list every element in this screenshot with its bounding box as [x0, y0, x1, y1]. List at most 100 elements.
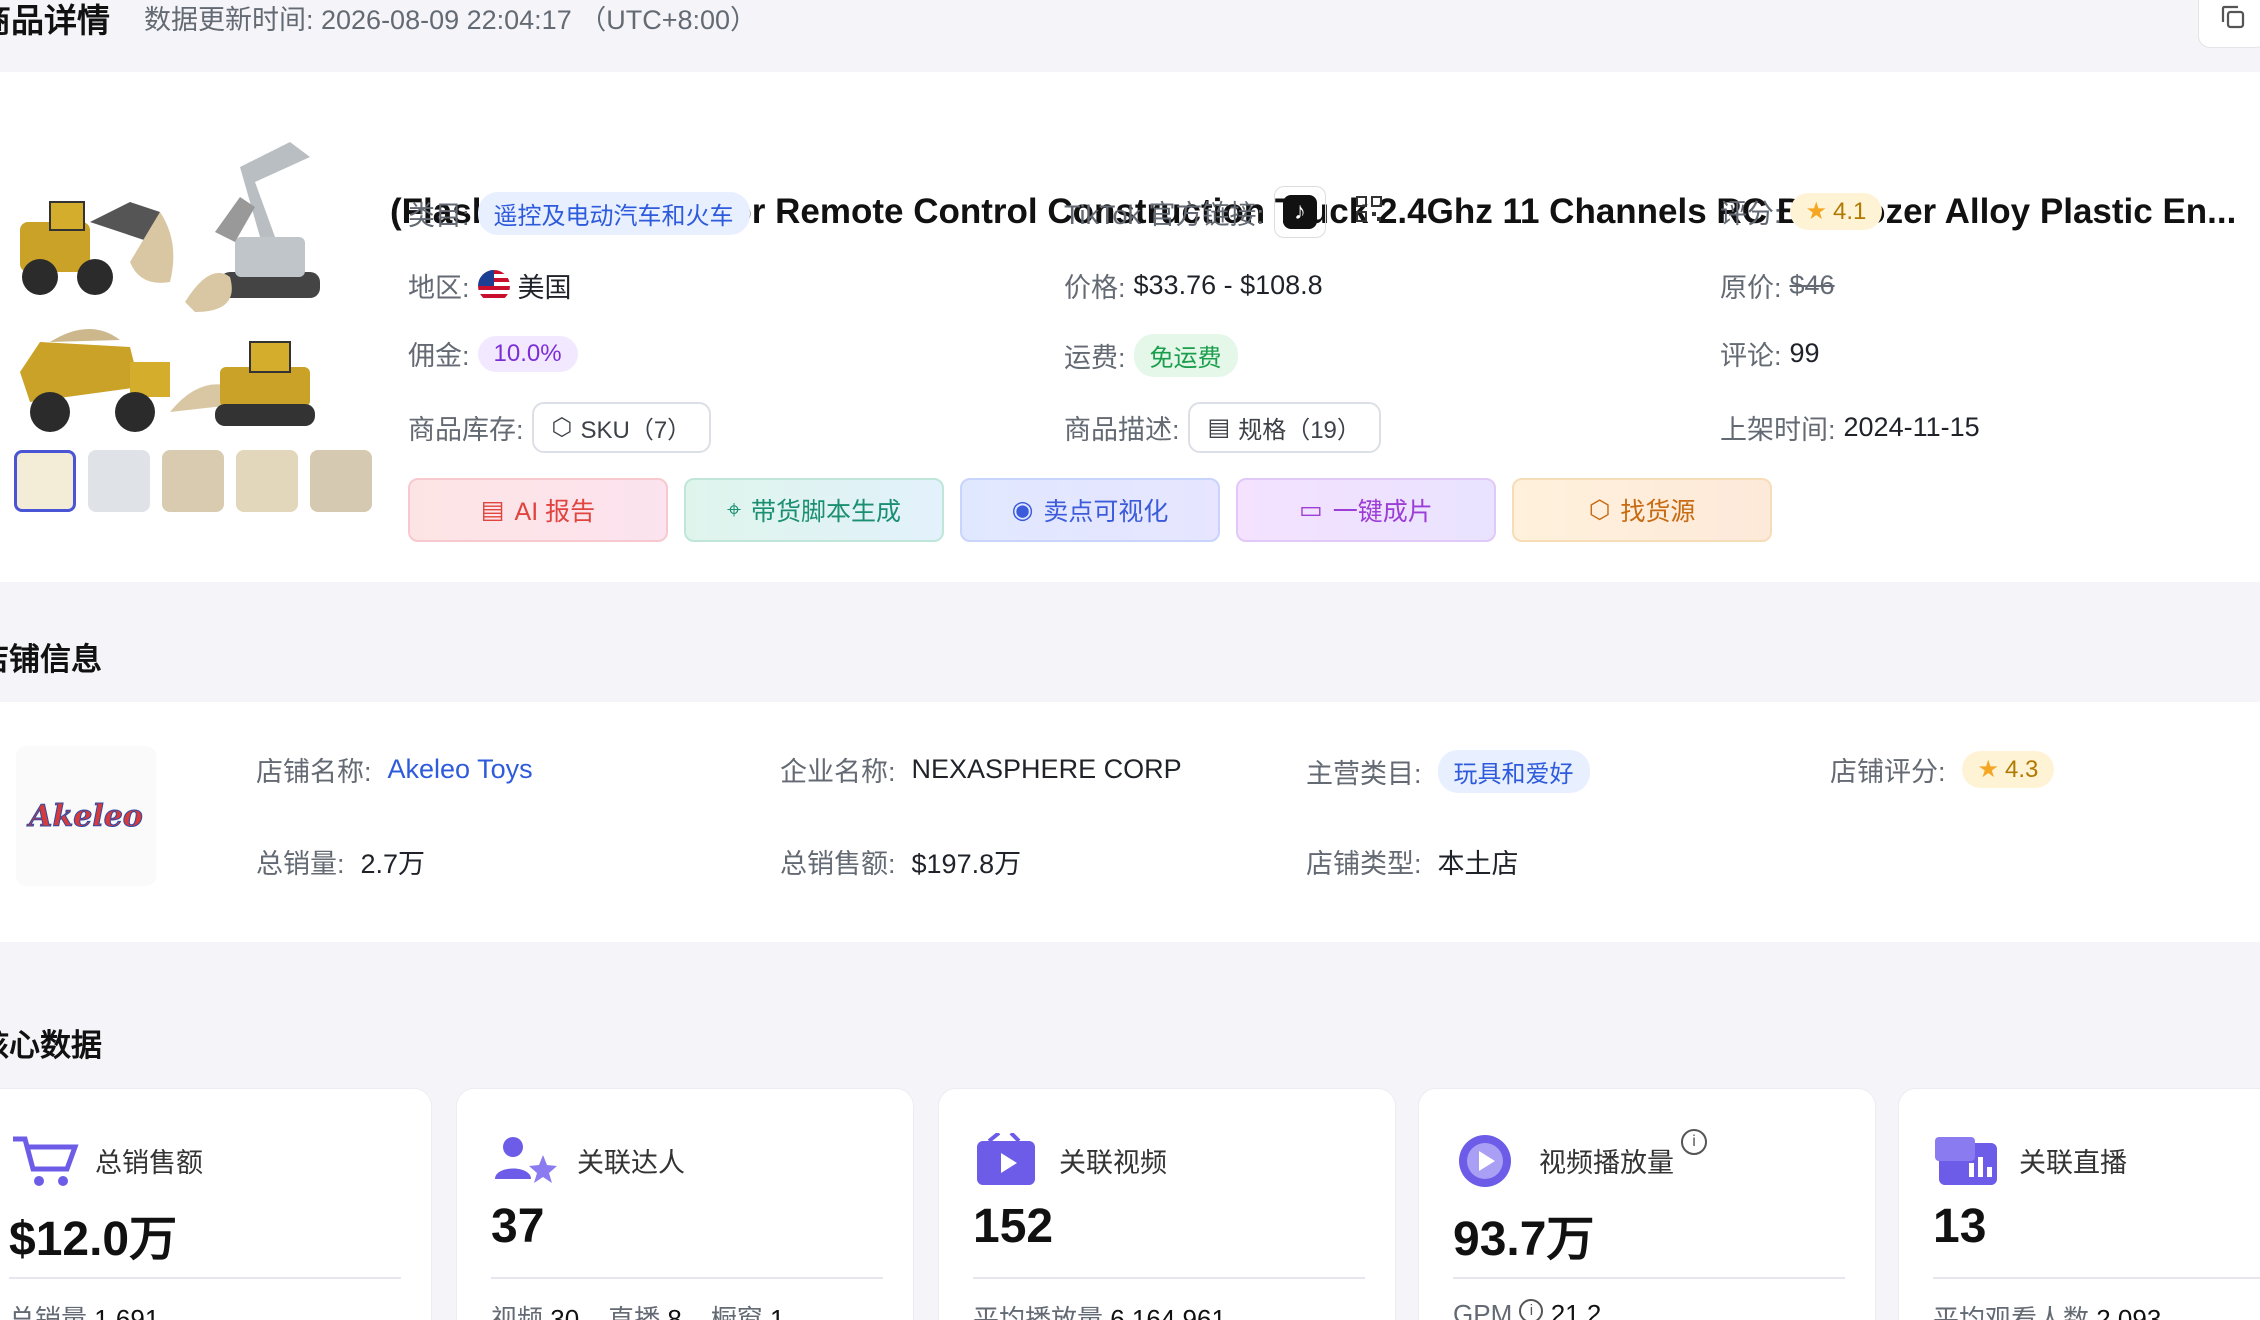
report-icon: ▤: [480, 496, 505, 524]
region-label: 地区:: [408, 273, 470, 303]
main-category-label: 主营类目:: [1306, 759, 1422, 789]
description-label: 商品描述:: [1064, 415, 1180, 445]
company-field: 企业名称: NEXASPHERE CORP: [780, 750, 1182, 789]
thumbnail[interactable]: [236, 450, 298, 512]
shop-score-value: 4.3: [2005, 755, 2039, 783]
find-source-label: 找货源: [1620, 498, 1696, 526]
region-value: 美国: [517, 273, 572, 303]
spec-button-label: 规格（19）: [1238, 417, 1361, 444]
thumbnail[interactable]: [14, 450, 76, 512]
tiktok-label: TikTok 官方链接:: [1064, 199, 1265, 230]
thumbnail[interactable]: [88, 450, 150, 512]
one-click-video-label: 一键成片: [1332, 498, 1433, 526]
stock-label: 商品库存:: [408, 415, 524, 445]
update-time: 数据更新时间: 2026-08-09 22:04:17 （UTC+8:00）: [144, 5, 758, 35]
stat-label: 视频播放量: [1539, 1148, 1674, 1178]
original-price-field: 原价: $46: [1720, 266, 1835, 305]
main-category-field: 主营类目: 玩具和爱好: [1306, 750, 1590, 793]
shop-type-value: 本土店: [1437, 849, 1519, 879]
main-category-tag[interactable]: 玩具和爱好: [1437, 750, 1590, 793]
ai-report-button[interactable]: ▤ AI 报告: [408, 478, 668, 542]
copy-button[interactable]: [2198, 0, 2260, 48]
page-title: 商品详情: [0, 2, 110, 39]
stat-card-creators[interactable]: 关联达人 37 视频 30 直播 8 橱窗 1: [456, 1088, 914, 1320]
info-icon[interactable]: i: [1681, 1129, 1707, 1155]
stat-value: 37: [491, 1200, 545, 1253]
company-value: NEXASPHERE CORP: [911, 754, 1182, 784]
listed-date-value: 2024-11-15: [1843, 412, 1980, 442]
star-icon: ★: [1805, 198, 1828, 225]
shop-score-label: 店铺评分:: [1830, 757, 1946, 787]
stat-card-views[interactable]: 视频播放量 i 93.7万 GPM i 21.2: [1418, 1088, 1876, 1320]
shop-score-field: 店铺评分: ★ 4.3: [1830, 750, 2055, 789]
shop-type-field: 店铺类型: 本土店: [1306, 842, 1519, 881]
selling-point-visualize-button[interactable]: ◉ 卖点可视化: [960, 478, 1220, 542]
stat-value: 13: [1933, 1200, 1987, 1253]
shop-logo[interactable]: Akeleo: [16, 746, 156, 886]
script-generate-button[interactable]: ⌖ 带货脚本生成: [684, 478, 944, 542]
tiktok-icon: ♪: [1283, 195, 1318, 229]
ai-report-label: AI 报告: [514, 498, 596, 526]
product-card: (Flash Sale!)Excavator Remote Control Co…: [0, 72, 2260, 582]
stat-sub: 平均观看人数 2,093: [1933, 1304, 2162, 1320]
shop-revenue-label: 总销售额:: [780, 849, 896, 879]
star-icon: ★: [1977, 756, 2000, 783]
package-icon: ⬡: [1588, 496, 1611, 524]
stat-card-lives[interactable]: 关联直播 13 平均观看人数 2,093: [1898, 1088, 2260, 1320]
shipping-tag: 免运费: [1133, 334, 1238, 377]
original-price-label: 原价:: [1720, 273, 1782, 303]
spec-button[interactable]: ▤ 规格（19）: [1187, 402, 1381, 453]
shop-sales-label: 总销量:: [256, 849, 345, 879]
tiktok-link-field: TikTok 官方链接: ♪: [1064, 186, 1383, 238]
shipping-field: 运费: 免运费: [1064, 334, 1238, 377]
stock-field: 商品库存: ⬡ SKU（7）: [408, 402, 712, 453]
stat-sub: GPM i 21.2: [1453, 1299, 1601, 1320]
commission-tag: 10.0%: [477, 335, 578, 372]
listed-date-label: 上架时间:: [1720, 415, 1836, 445]
stat-label: 总销售额: [95, 1148, 203, 1178]
stat-sub: 总销量 1,691: [9, 1304, 160, 1320]
reviews-field: 评论: 99: [1720, 334, 1820, 373]
shop-revenue-field: 总销售额: $197.8万: [780, 842, 1021, 881]
selling-point-visualize-label: 卖点可视化: [1043, 498, 1169, 526]
stat-value: 93.7万: [1453, 1213, 1595, 1266]
category-tag[interactable]: 遥控及电动汽车和火车: [477, 192, 750, 235]
company-label: 企业名称:: [780, 757, 896, 787]
tiktok-link-button[interactable]: ♪: [1274, 186, 1327, 238]
commission-field: 佣金: 10.0%: [408, 334, 578, 373]
qr-code-icon[interactable]: [1356, 195, 1383, 229]
reviews-value: 99: [1789, 338, 1820, 368]
reviews-label: 评论:: [1720, 341, 1782, 371]
region-field: 地区: 美国: [408, 266, 572, 305]
document-icon: ▤: [1207, 414, 1231, 441]
rating-badge: ★ 4.1: [1789, 193, 1883, 230]
category-field: 类目: 遥控及电动汽车和火车: [408, 192, 750, 235]
price-value: $33.76 - $108.8: [1133, 270, 1323, 300]
shop-sales-field: 总销量: 2.7万: [256, 842, 425, 881]
commission-label: 佣金:: [408, 341, 470, 371]
play-icon: [1453, 1133, 1523, 1194]
stat-label: 关联视频: [1059, 1148, 1167, 1178]
creators-icon: [491, 1133, 561, 1194]
rating-field: 评分: ★ 4.1: [1720, 192, 1883, 231]
clapper-icon: ▭: [1299, 496, 1323, 524]
product-main-image[interactable]: [10, 112, 340, 462]
shop-section-title: 店铺信息: [0, 642, 102, 677]
stat-sub: 平均播放量 6,164,961: [973, 1304, 1226, 1320]
sku-button[interactable]: ⬡ SKU（7）: [531, 402, 712, 453]
thumbnail[interactable]: [310, 450, 372, 512]
thumbnail[interactable]: [162, 450, 224, 512]
stat-card-videos[interactable]: 关联视频 152 平均播放量 6,164,961: [938, 1088, 1396, 1320]
shop-name-link[interactable]: Akeleo Toys: [388, 754, 533, 785]
script-generate-label: 带货脚本生成: [751, 498, 902, 526]
info-icon[interactable]: i: [1519, 1299, 1544, 1320]
one-click-video-button[interactable]: ▭ 一键成片: [1236, 478, 1496, 542]
tag-icon: ⌖: [726, 495, 742, 524]
find-source-button[interactable]: ⬡ 找货源: [1512, 478, 1772, 542]
copy-icon: [2221, 5, 2245, 29]
stat-card-sales[interactable]: 总销售额 $12.0万 总销量 1,691: [0, 1088, 432, 1320]
shop-name-field: 店铺名称: Akeleo Toys: [256, 750, 533, 789]
video-icon: [973, 1131, 1043, 1194]
us-flag-icon: [477, 269, 510, 302]
thumbnail-strip: [14, 450, 372, 512]
